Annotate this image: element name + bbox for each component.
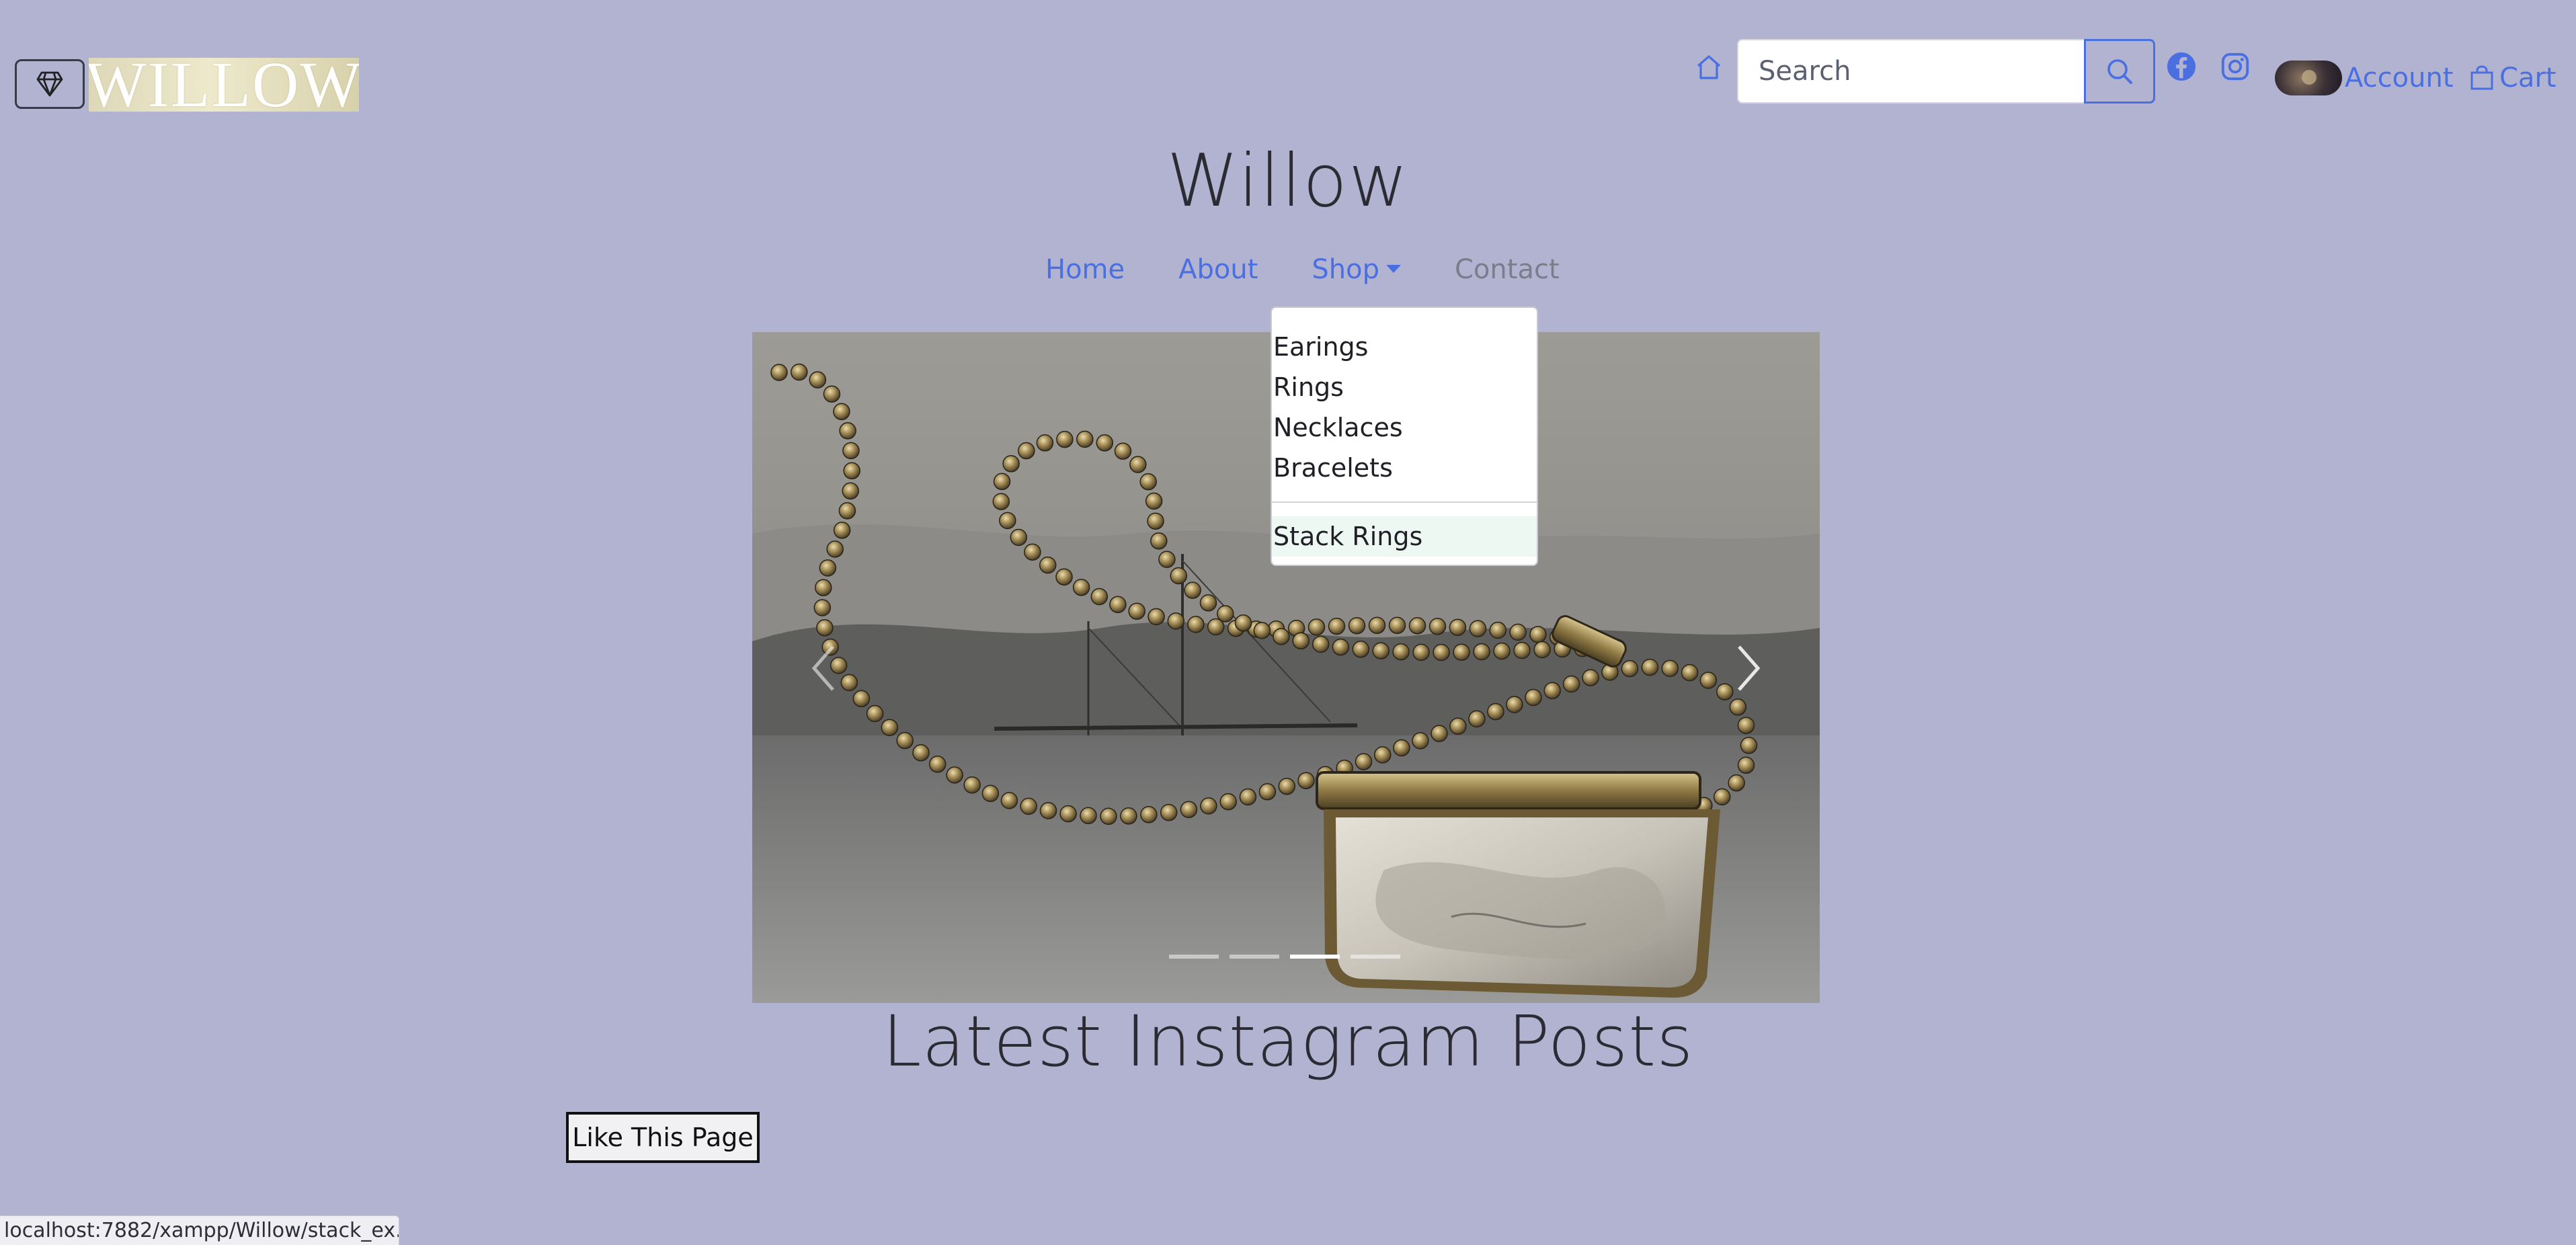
nav-about[interactable]: About: [1178, 254, 1258, 285]
facebook-icon: [2167, 52, 2196, 81]
dropdown-item-bracelets[interactable]: Bracelets: [1272, 448, 1537, 488]
gem-icon: [36, 71, 63, 97]
brand-logo[interactable]: WILLOW: [89, 58, 359, 112]
nav-shop-dropdown[interactable]: Shop: [1312, 254, 1401, 285]
home-icon: [1697, 55, 1721, 79]
brand-logo-text: WILLOW: [89, 58, 359, 112]
chevron-left-icon: [811, 645, 834, 691]
cart-label: Cart: [2499, 63, 2557, 93]
chevron-right-icon: [1738, 645, 1761, 691]
dropdown-divider: [1272, 501, 1537, 503]
site-title: Willow: [1166, 139, 1410, 223]
carousel-indicator-3[interactable]: [1290, 955, 1340, 959]
carousel-next-button[interactable]: [1724, 641, 1773, 695]
carousel-indicator-2[interactable]: [1230, 955, 1279, 959]
caret-down-icon: [1386, 265, 1401, 273]
dropdown-item-rings[interactable]: Rings: [1272, 367, 1537, 407]
carousel-prev-button[interactable]: [799, 641, 848, 695]
instagram-icon: [2221, 52, 2249, 81]
cart-link[interactable]: Cart: [2468, 59, 2557, 97]
search-button[interactable]: [2084, 39, 2155, 104]
dropdown-item-stack-rings[interactable]: Stack Rings: [1272, 516, 1537, 557]
avatar: [2275, 61, 2342, 95]
dropdown-item-necklaces[interactable]: Necklaces: [1272, 407, 1537, 448]
carousel-indicators: [1169, 955, 1400, 959]
dropdown-item-earings[interactable]: Earings: [1272, 327, 1537, 367]
instagram-link[interactable]: [2220, 51, 2251, 82]
shop-dropdown-menu: Earings Rings Necklaces Bracelets Stack …: [1271, 307, 1538, 566]
like-page-button[interactable]: Like This Page: [566, 1112, 760, 1163]
carousel-indicator-4[interactable]: [1351, 955, 1400, 959]
navbar-toggle-button[interactable]: [15, 59, 85, 109]
facebook-link[interactable]: [2166, 51, 2197, 82]
status-bar-url: localhost:7882/xampp/Willow/stack_ex.php: [0, 1215, 399, 1245]
carousel-indicator-1[interactable]: [1169, 955, 1219, 959]
search-input[interactable]: [1737, 39, 2085, 104]
account-link[interactable]: Account: [2275, 59, 2454, 97]
search-icon: [2107, 59, 2132, 84]
instagram-heading: Latest Instagram Posts: [882, 1000, 1694, 1082]
nav-shop-label: Shop: [1312, 254, 1379, 285]
home-link[interactable]: [1694, 52, 1724, 82]
shopping-bag-icon: [2470, 65, 2493, 90]
account-label: Account: [2345, 63, 2454, 93]
page: WILLOW Account Cart: [0, 0, 2576, 1245]
nav-home[interactable]: Home: [1045, 254, 1125, 285]
nav-contact[interactable]: Contact: [1455, 254, 1560, 285]
main-nav: Home About Shop Contact: [1045, 254, 1560, 285]
